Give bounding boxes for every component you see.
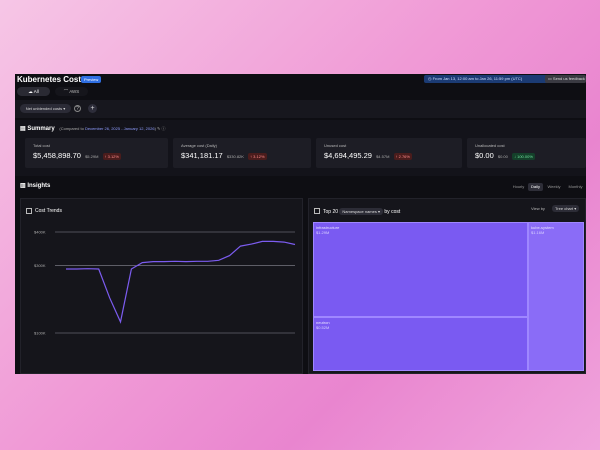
arrow-up-icon: ↑: [395, 154, 398, 159]
summary-icon: ▤: [20, 126, 26, 132]
change-value: 3.12%: [253, 154, 265, 159]
comparison-note: (Compared to December 26, 2025 - January…: [59, 126, 165, 131]
comparison-range: December 26, 2025 - January 12, 2026: [84, 126, 155, 131]
info-icon[interactable]: ⓘ: [162, 126, 166, 131]
treemap-cell[interactable]: infrastructure $1.29M: [313, 222, 528, 317]
cost-trends-panel: Cost Trends $400K $300K $100K: [20, 198, 303, 374]
change-value: 3.12%: [107, 154, 119, 159]
feedback-label: Send us feedback: [552, 76, 585, 81]
change-value: 100.00%: [517, 154, 533, 159]
change-value: 2.76%: [398, 154, 410, 159]
card-value: $0.00 $0.00 ↓ 100.00%: [475, 151, 535, 160]
average-cost-card: Average cost (Daily) $341,181.17 $330.82…: [173, 138, 311, 168]
cloud-tab-label: All: [33, 89, 39, 94]
cost-trends-chart: $400K $300K $100K: [34, 230, 296, 336]
view-option: Tree chart: [555, 206, 574, 211]
granularity-weekly[interactable]: Weekly: [545, 183, 563, 191]
top20-title: Top 20 Namespace names ▾ by cost: [323, 208, 400, 215]
cloud-tab-label: AWS: [69, 89, 80, 94]
preview-badge: Preview: [81, 76, 102, 83]
top20-prefix: Top 20: [323, 209, 339, 215]
page-title: Kubernetes Costs: [17, 75, 86, 84]
top20-suffix: by cost: [384, 209, 401, 215]
insights-title: ▥ Insights: [20, 182, 50, 189]
arrow-down-icon: ↓: [513, 154, 516, 159]
cell-cost: $1.29M: [316, 230, 330, 235]
card-previous: $5.29M: [85, 154, 99, 159]
cell-cost: $1.16M: [531, 230, 545, 235]
summary-section: ▤ Summary (Compared to December 26, 2025…: [15, 120, 586, 176]
change-badge: ↑ 3.12%: [102, 153, 121, 160]
cloud-tab-all[interactable]: ☁ All: [17, 87, 50, 96]
cell-cost: $0.52M: [316, 325, 330, 330]
cloud-tab-aws[interactable]: ⌒ AWS: [55, 87, 88, 96]
arrow-up-icon: ↑: [250, 154, 253, 159]
aws-icon: ⌒: [63, 89, 69, 94]
treemap-cell[interactable]: kube-system $1.16M: [528, 222, 584, 371]
card-label: Unused cost: [324, 143, 347, 148]
cost-type-label: Net unblended costs: [25, 106, 63, 111]
granularity-daily[interactable]: Daily: [528, 183, 543, 191]
change-badge: ↓ 100.00%: [511, 153, 535, 160]
card-value: $341,181.17 $330.82K ↑ 3.12%: [181, 151, 267, 160]
date-range-label: From Jan 13, 12:00 am to Jan 26, 11:59 p…: [432, 76, 523, 81]
app-window: Kubernetes Costs Preview ◷ From Jan 13, …: [15, 74, 586, 374]
card-label: Unallocated cost: [475, 143, 505, 148]
group-by-dropdown[interactable]: Namespace names ▾: [339, 208, 384, 215]
card-label: Average cost (Daily): [181, 143, 217, 148]
unused-cost-card: Unused cost $4,694,495.29 $4.57M ↑ 2.76%: [316, 138, 462, 168]
y-tick-label: $300K: [34, 263, 46, 268]
card-previous: $0.00: [497, 154, 508, 159]
view-by-dropdown[interactable]: Tree chart ▾: [552, 205, 580, 212]
card-amount: $5,458,898.70: [33, 151, 81, 160]
arrow-up-icon: ↑: [104, 154, 107, 159]
summary-label: Summary: [27, 126, 55, 132]
group-by-label: Namespace names: [342, 209, 377, 214]
chevron-down-icon: ▾: [378, 209, 381, 214]
granularity-hourly[interactable]: Hourly: [510, 183, 527, 191]
cloud-icon: ☁: [28, 89, 33, 94]
chat-icon: ▭: [548, 76, 552, 81]
summary-title: ▤ Summary (Compared to December 26, 2025…: [20, 125, 166, 132]
feedback-button[interactable]: ▭ Send us feedback: [545, 75, 586, 83]
card-label: Total cost: [33, 143, 50, 148]
comparison-suffix: ): [154, 126, 156, 131]
insights-label: Insights: [27, 183, 51, 189]
filter-bar: Net unblended costs ▾ ? +: [15, 100, 586, 118]
top20-panel: Top 20 Namespace names ▾ by cost View by…: [308, 198, 586, 374]
granularity-monthly[interactable]: Monthly: [565, 183, 586, 191]
date-range-picker[interactable]: ◷ From Jan 13, 12:00 am to Jan 26, 11:59…: [424, 75, 552, 83]
change-badge: ↑ 2.76%: [393, 153, 412, 160]
edit-icon[interactable]: ✎: [157, 126, 160, 131]
chevron-down-icon: ▾: [63, 106, 66, 111]
card-previous: $330.82K: [226, 154, 244, 159]
card-previous: $4.57M: [376, 154, 390, 159]
y-tick-label: $400K: [34, 230, 46, 235]
calendar-icon: ◷: [428, 76, 432, 81]
y-tick-label: $100K: [34, 331, 46, 336]
chevron-down-icon: ▾: [574, 206, 577, 211]
treemap-cell[interactable]: neutron $0.52M: [313, 317, 528, 371]
card-amount: $4,694,495.29: [324, 151, 372, 160]
help-icon[interactable]: ?: [74, 105, 81, 112]
card-amount: $0.00: [475, 151, 494, 160]
card-amount: $341,181.17: [181, 151, 223, 160]
card-value: $4,694,495.29 $4.57M ↑ 2.76%: [324, 151, 412, 160]
view-by-label: View by: [531, 206, 545, 211]
change-badge: ↑ 3.12%: [248, 153, 267, 160]
unallocated-cost-card: Unallocated cost $0.00 $0.00 ↓ 100.00%: [467, 138, 586, 168]
cost-type-dropdown[interactable]: Net unblended costs ▾: [20, 104, 71, 113]
card-value: $5,458,898.70 $5.29M ↑ 3.12%: [33, 151, 121, 160]
total-cost-card: Total cost $5,458,898.70 $5.29M ↑ 3.12%: [25, 138, 168, 168]
series-line: [66, 240, 296, 324]
comparison-prefix: (Compared to: [59, 126, 84, 131]
treemap-icon: [314, 208, 320, 214]
add-filter-button[interactable]: +: [88, 104, 97, 113]
chart-icon: ▥: [20, 183, 26, 189]
